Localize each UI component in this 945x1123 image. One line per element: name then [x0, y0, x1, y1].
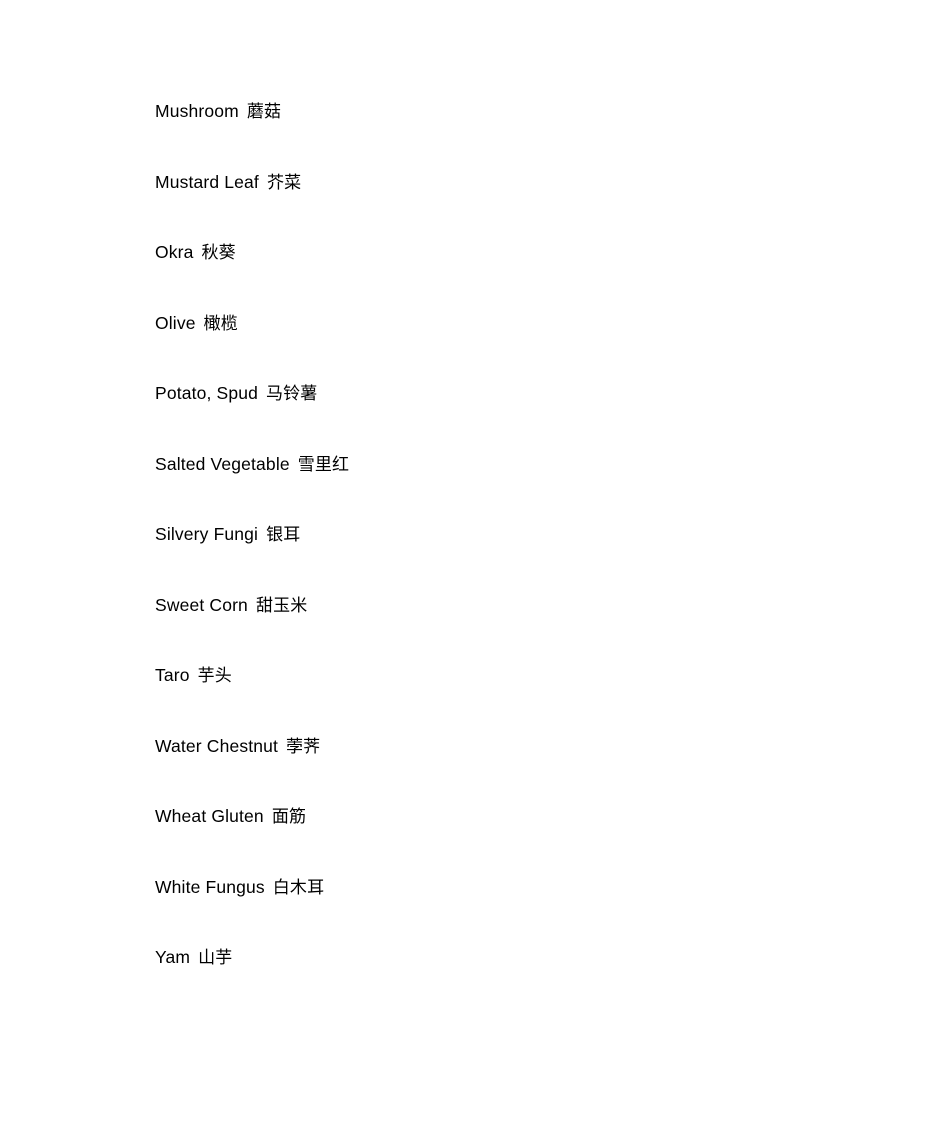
glossary-entry: Mustard Leaf 芥菜	[155, 169, 885, 240]
glossary-entry: Water Chestnut 荸荠	[155, 733, 885, 804]
term-chinese: 荸荠	[286, 736, 321, 757]
term-chinese: 银耳	[266, 525, 301, 545]
term-english: Salted Vegetable	[155, 453, 290, 474]
term-chinese: 面筋	[271, 807, 307, 827]
glossary-entry: Taro 芋头	[155, 662, 885, 733]
term-chinese: 甜玉米	[255, 595, 308, 616]
term-english: Okra	[155, 242, 194, 262]
term-chinese: 秋葵	[201, 243, 236, 263]
document-page: Mushroom 蘑菇 Mustard Leaf 芥菜 Okra 秋葵 Olive 橄榄 Pot…	[0, 0, 945, 1123]
glossary-entry: Okra 秋葵	[155, 239, 885, 310]
vegetable-glossary-list: Mushroom 蘑菇 Mustard Leaf 芥菜 Okra 秋葵 Olive 橄榄 Pot…	[155, 98, 885, 1015]
term-english: Yam	[155, 947, 191, 967]
term-chinese: 蘑菇	[246, 102, 282, 122]
glossary-entry: Yam 山芋	[155, 944, 885, 1015]
term-chinese: 马铃薯	[266, 384, 318, 404]
term-english: Mustard Leaf	[155, 171, 259, 192]
glossary-entry: Mushroom 蘑菇	[155, 98, 885, 169]
term-english: Wheat Gluten	[155, 806, 264, 826]
term-english: Taro	[155, 665, 190, 685]
term-english: Water Chestnut	[155, 735, 279, 756]
term-english: White Fungus	[155, 876, 265, 897]
term-chinese: 橄榄	[203, 313, 238, 334]
term-chinese: 芥菜	[266, 172, 302, 193]
glossary-entry: Silvery Fungi 银耳	[155, 521, 885, 592]
term-chinese: 雪里红	[297, 454, 350, 475]
term-chinese: 芋头	[197, 666, 232, 686]
term-english: Potato, Spud	[155, 383, 258, 403]
glossary-entry: Olive 橄榄	[155, 310, 885, 381]
term-english: Silvery Fungi	[155, 524, 259, 544]
glossary-entry: Salted Vegetable 雪里红	[155, 451, 885, 522]
term-english: Sweet Corn	[155, 594, 248, 615]
glossary-entry: Wheat Gluten 面筋	[155, 803, 885, 874]
term-chinese: 白木耳	[272, 877, 325, 898]
term-english: Olive	[155, 312, 196, 333]
glossary-entry: White Fungus 白木耳	[155, 874, 885, 945]
glossary-entry: Potato, Spud 马铃薯	[155, 380, 885, 451]
term-english: Mushroom	[155, 101, 239, 121]
glossary-entry: Sweet Corn 甜玉米	[155, 592, 885, 663]
term-chinese: 山芋	[198, 948, 233, 968]
